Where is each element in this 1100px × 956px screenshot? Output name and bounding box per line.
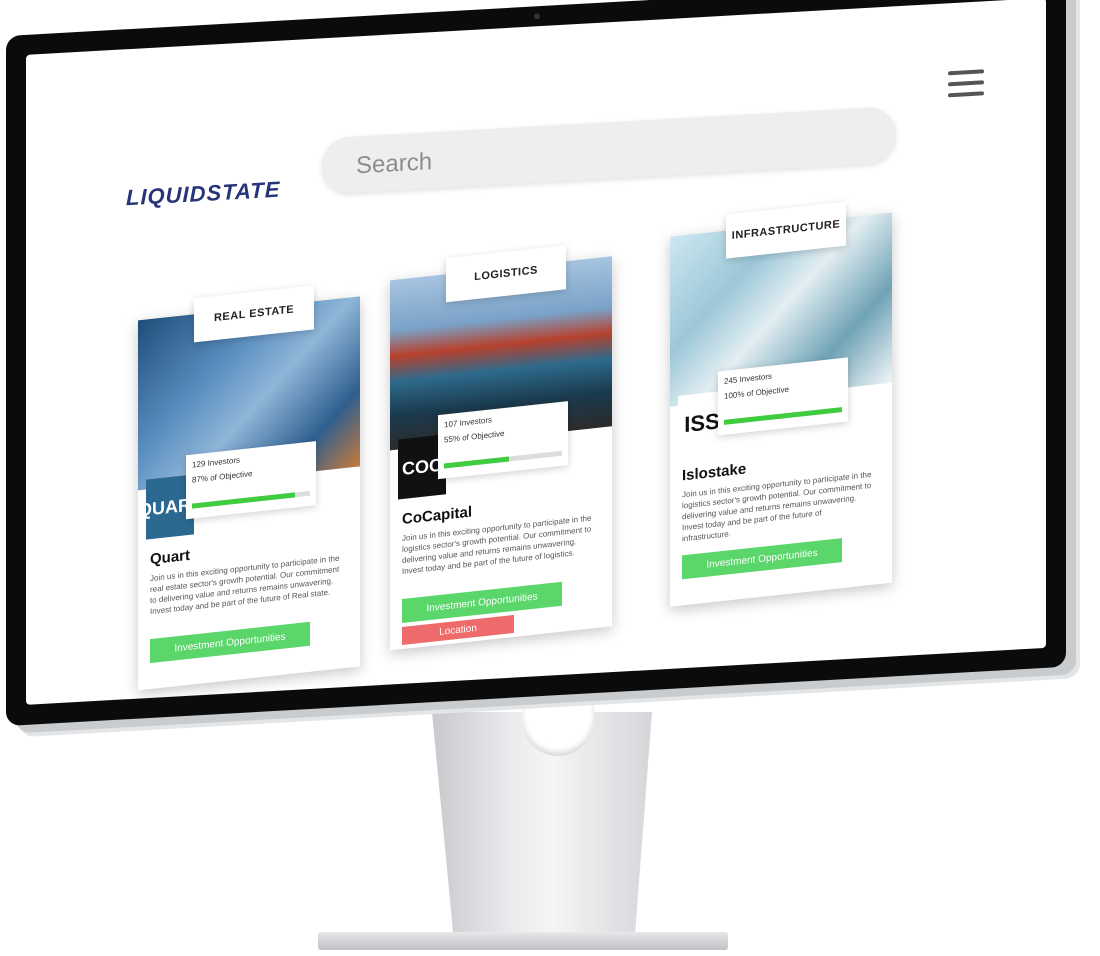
hamburger-menu-icon[interactable] [948,69,984,101]
investment-card[interactable]: INFRASTRUCTURE ISS 245 Investors 100% of… [670,201,892,607]
screen: LIQUIDSTATE Search REAL ESTATE QUART 129… [26,0,1046,705]
company-name: Quart [150,546,191,569]
monitor-base [318,932,728,950]
progress-bar [192,490,310,509]
progress-bar [444,450,562,469]
app-logo[interactable]: LIQUIDSTATE [126,177,280,212]
stats-panel: 129 Investors 87% of Objective [186,441,316,520]
investment-opportunities-button[interactable]: Investment Opportunities [682,538,842,580]
monitor-bezel: LIQUIDSTATE Search REAL ESTATE QUART 129… [6,0,1066,726]
monitor: LIQUIDSTATE Search REAL ESTATE QUART 129… [0,0,1100,956]
search-input[interactable]: Search [322,106,896,195]
progress-fill [444,456,509,469]
stats-panel: 245 Investors 100% of Objective [718,357,848,436]
stats-panel: 107 Investors 55% of Objective [438,401,568,480]
camera-icon [534,13,540,20]
search-placeholder: Search [356,148,433,180]
progress-bar [724,407,842,425]
progress-fill [192,492,295,509]
company-name: CoCapital [402,503,473,529]
company-name: Islostake [682,460,747,485]
investment-opportunities-button[interactable]: Investment Opportunities [150,621,310,664]
investment-opportunities-button[interactable]: Investment Opportunities [402,581,562,624]
investment-card[interactable]: REAL ESTATE QUART 129 Investors 87% of O… [138,285,360,691]
progress-fill [724,407,842,425]
investment-card[interactable]: LOGISTICS COC 107 Investors 55% of Objec… [390,245,612,651]
